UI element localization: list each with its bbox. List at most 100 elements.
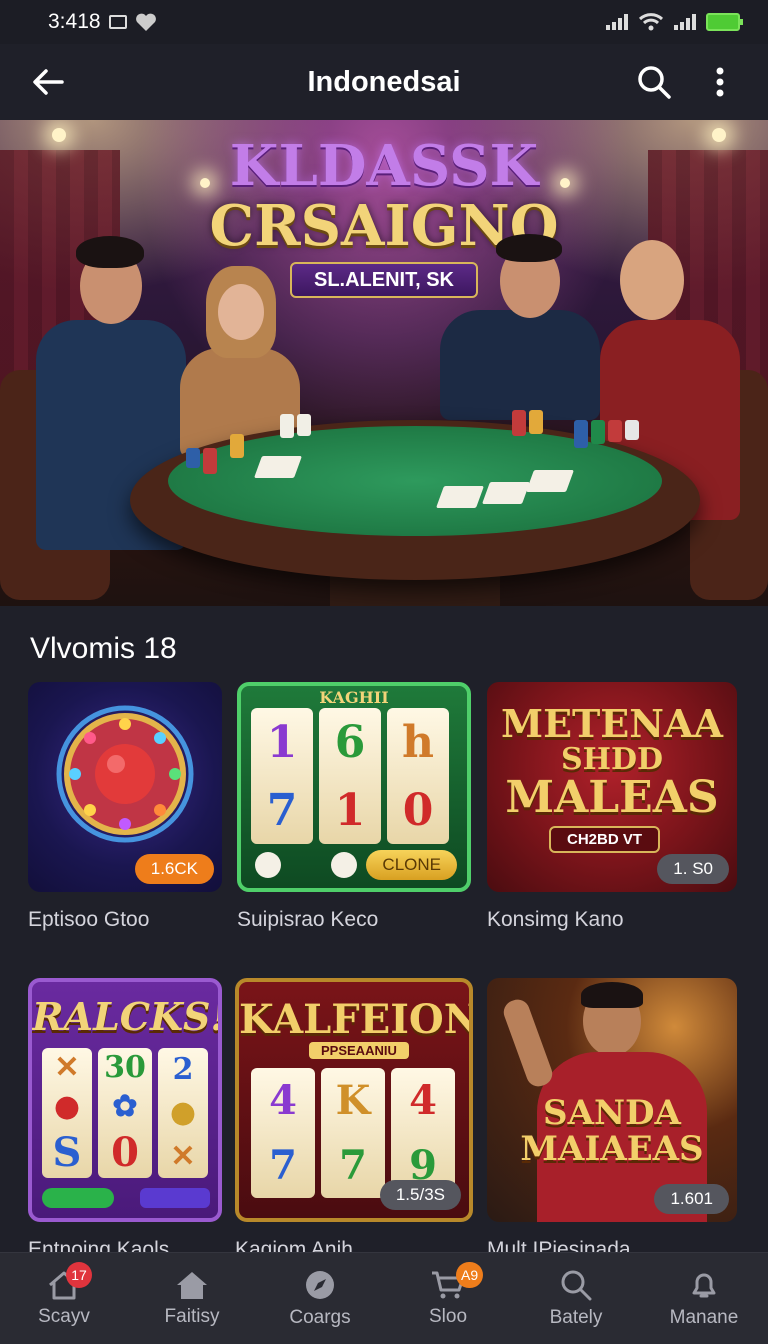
nav-badge: A9	[456, 1261, 484, 1288]
reel: 6 1	[319, 708, 381, 844]
game-card[interactable]: METENAA SHDD MALEAS CH2BD VT 1. S0 Konsi…	[487, 682, 737, 932]
game-art-line: SHDD	[560, 741, 664, 777]
reel-symbol: 1	[266, 716, 298, 768]
game-art-line: MALEAS	[505, 772, 719, 824]
nav-label: Faitisy	[164, 1305, 220, 1327]
progress-pill	[42, 1188, 114, 1208]
reel: 4 9	[391, 1068, 455, 1198]
game-thumbnail: 1.6CK	[28, 682, 222, 892]
nav-label: Bately	[549, 1306, 603, 1328]
nav-item-bately[interactable]: Bately	[512, 1269, 640, 1329]
status-time: 3:418	[48, 10, 101, 33]
slot-top-label: KAGHII	[319, 688, 389, 707]
nav-item-home[interactable]: 17 Scayv	[0, 1261, 128, 1328]
game-thumbnail: RALCKS! ✕ ● S 30 ✿ 0 2 ● ✕	[28, 978, 222, 1222]
reel-symbol: 4	[269, 1077, 297, 1124]
notification-icon	[108, 15, 127, 29]
arrow-left-icon	[33, 69, 64, 95]
reel: 1 7	[251, 708, 313, 844]
game-card[interactable]: KALFEION PPSEAANIU 4 7 K 7 4 9 1.5/3S Ka…	[235, 978, 473, 1262]
reel: h 0	[387, 708, 449, 844]
playing-card	[525, 470, 575, 492]
game-art-ribbon: CH2BD VT	[549, 826, 661, 853]
nav-label: Sloo	[428, 1305, 468, 1327]
heart-icon	[135, 13, 156, 31]
dice-icon	[331, 852, 357, 878]
dice-icon	[255, 852, 281, 878]
chip-stack	[230, 434, 244, 458]
game-badge: 1.6CK	[134, 854, 214, 884]
game-name: Konsimg Kano	[487, 908, 624, 931]
slot-reels: 1 7 6 1 h 0	[251, 708, 449, 844]
game-badge: 1.5/3S	[379, 1180, 461, 1210]
playing-card	[253, 456, 303, 478]
back-button[interactable]	[24, 58, 72, 106]
game-art-title: RALCKS!	[32, 994, 222, 1039]
person-arm	[500, 996, 556, 1090]
reel-symbol: ●	[169, 1095, 197, 1131]
reel-symbol: 30	[104, 1050, 146, 1086]
hero-banner[interactable]: KLDASSK CRSAIGNO SL.ALENIT, SK	[0, 120, 768, 606]
nav-item-faitisy[interactable]: Faitisy	[128, 1270, 256, 1328]
reel-symbol: 1	[334, 784, 366, 836]
reel-symbol: ✕	[170, 1138, 196, 1174]
game-name: Suipisrao Keco	[237, 908, 379, 931]
nav-item-manane[interactable]: Manane	[640, 1269, 768, 1329]
reel-symbol: 7	[339, 1142, 367, 1189]
house-icon	[177, 1271, 207, 1299]
hero-title-line1: KLDASSK	[229, 133, 539, 199]
slot-reels: 4 7 K 7 4 9	[251, 1068, 455, 1198]
chip-stack	[280, 414, 311, 438]
nav-item-coargs[interactable]: Coargs	[256, 1269, 384, 1329]
bell-icon	[692, 1273, 716, 1297]
game-badge: CLONE	[366, 850, 457, 880]
search-icon	[638, 66, 671, 99]
reel-symbol: ✕	[54, 1050, 80, 1086]
game-art-title: METENAA SHDD MALEAS	[487, 704, 737, 822]
app-bar-actions	[630, 58, 744, 106]
more-options-button[interactable]	[696, 58, 744, 106]
playing-card	[435, 486, 485, 508]
game-art-subtitle: PPSEAANIU	[309, 1042, 409, 1059]
reel-symbol: ✿	[112, 1089, 138, 1125]
reel-symbol: h	[402, 716, 434, 768]
reel: 2 ● ✕	[158, 1048, 208, 1178]
game-art-title: KALFEION	[239, 996, 473, 1043]
chip-stack	[186, 448, 217, 474]
game-card[interactable]: KAGHII 1 7 6 1 h 0 CLONE Suipisrao Keco	[237, 682, 471, 932]
app-bar: Indonedsai	[0, 44, 768, 120]
search-button[interactable]	[630, 58, 678, 106]
reel-symbol: 6	[334, 716, 366, 768]
nav-label: Scayv	[38, 1305, 90, 1327]
reel-symbol: ●	[53, 1089, 81, 1125]
nav-item-sloo[interactable]: A9 Sloo	[384, 1261, 512, 1328]
game-card[interactable]: 1.6CK Eptisoo Gtoo	[28, 682, 222, 932]
reel: 4 7	[251, 1068, 315, 1198]
game-thumbnail: METENAA SHDD MALEAS CH2BD VT 1. S0	[487, 682, 737, 892]
status-left: 3:418	[48, 10, 157, 34]
search-icon	[561, 1270, 592, 1300]
status-right	[606, 12, 743, 32]
game-art-line: METENAA	[501, 701, 723, 746]
battery-icon	[706, 13, 743, 31]
game-thumbnail: SANDA MAIAEAS 1.601	[487, 978, 737, 1222]
reel-symbol: 2	[172, 1052, 194, 1088]
slot-reels: ✕ ● S 30 ✿ 0 2 ● ✕	[42, 1048, 208, 1178]
reel-symbol: 7	[269, 1142, 297, 1189]
reel: ✕ ● S	[42, 1048, 92, 1178]
nav-badge: 17	[66, 1261, 92, 1288]
reel-symbol: K	[335, 1077, 371, 1124]
game-art-title: SANDA MAIAEAS	[487, 1095, 737, 1167]
reel: K 7	[321, 1068, 385, 1198]
playing-card	[481, 482, 531, 504]
game-name: Eptisoo Gtoo	[28, 908, 150, 931]
reel-symbol: 0	[111, 1128, 139, 1176]
game-card[interactable]: RALCKS! ✕ ● S 30 ✿ 0 2 ● ✕ Entnoing Kaol…	[28, 978, 222, 1262]
game-card[interactable]: SANDA MAIAEAS 1.601 Mult IPiesinada	[487, 978, 737, 1262]
reel-symbol: 7	[266, 784, 298, 836]
compass-icon	[306, 1270, 334, 1299]
person-hair	[581, 982, 643, 1008]
reel: 30 ✿ 0	[98, 1048, 152, 1178]
action-pill	[140, 1188, 210, 1208]
chip-stack	[512, 410, 543, 436]
